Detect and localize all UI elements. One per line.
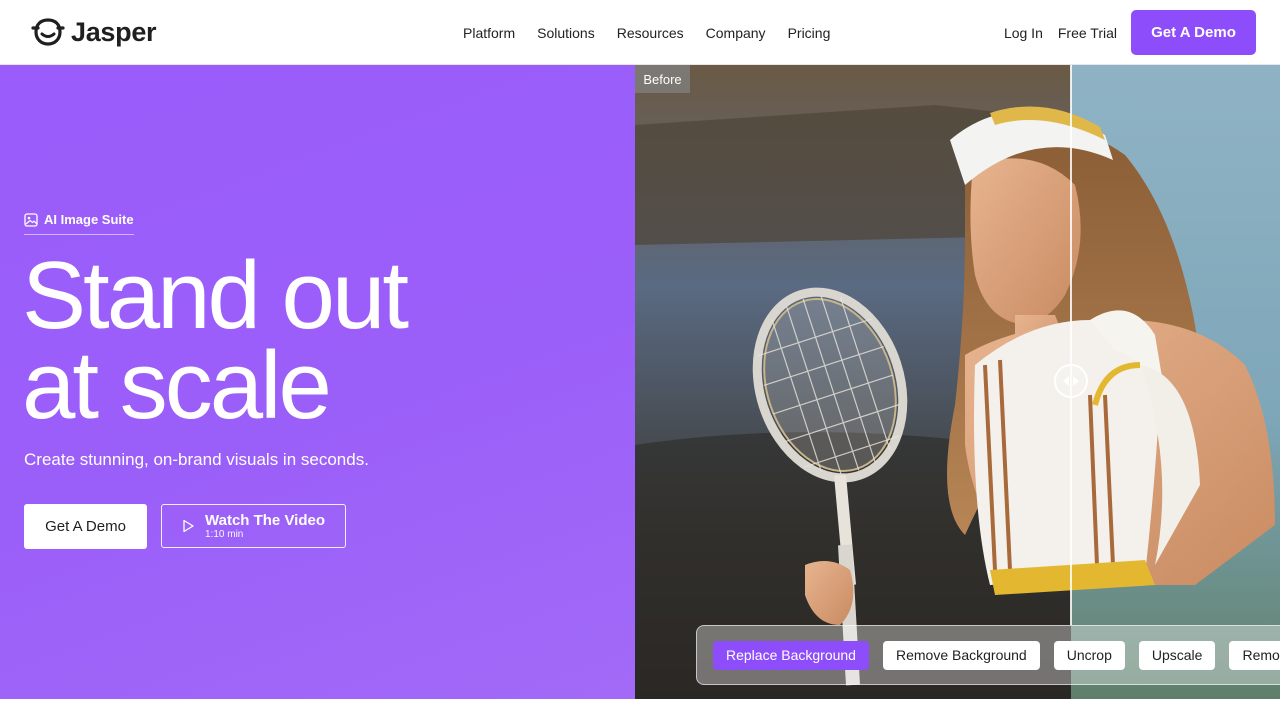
free-trial-link[interactable]: Free Trial — [1058, 25, 1117, 41]
jasper-logo[interactable]: Jasper — [31, 14, 157, 50]
get-demo-button-header[interactable]: Get A Demo — [1131, 10, 1256, 55]
remove-background-button[interactable]: Remove Background — [882, 640, 1040, 670]
main-nav: Platform Solutions Resources Company Pri… — [452, 0, 841, 65]
watch-video-button[interactable]: Watch The Video 1:10 min — [161, 504, 346, 548]
replace-background-button[interactable]: Replace Background — [713, 640, 869, 670]
hero-title: Stand out at scale — [22, 242, 582, 439]
nav-item-pricing[interactable]: Pricing — [777, 25, 842, 41]
arrow-left-icon — [1063, 376, 1069, 386]
image-icon — [24, 212, 38, 227]
before-label: Before — [635, 65, 690, 93]
nav-item-company[interactable]: Company — [695, 25, 777, 41]
remove-button[interactable]: Remove — [1229, 640, 1280, 670]
logo-text: Jasper — [71, 16, 157, 47]
comparer-divider[interactable] — [1070, 65, 1072, 625]
hero-title-line-1: Stand out — [22, 242, 409, 349]
arrow-right-icon — [1073, 376, 1079, 386]
eyebrow-badge: AI Image Suite — [24, 212, 134, 235]
nav-item-resources[interactable]: Resources — [606, 25, 695, 41]
hero-section: AI Image Suite Stand out at scale Create… — [0, 65, 635, 699]
play-icon — [183, 519, 194, 533]
eyebrow-label: AI Image Suite — [44, 212, 134, 227]
nav-item-solutions[interactable]: Solutions — [526, 25, 606, 41]
video-duration: 1:10 min — [205, 528, 244, 540]
hero-title-line-2: at scale — [22, 332, 332, 439]
login-link[interactable]: Log In — [1004, 25, 1043, 41]
watch-video-label: Watch The Video — [205, 511, 326, 529]
nav-item-platform[interactable]: Platform — [452, 25, 526, 41]
upscale-button[interactable]: Upscale — [1138, 640, 1216, 670]
comparer-handle[interactable] — [1054, 364, 1088, 398]
get-demo-button[interactable]: Get A Demo — [24, 504, 147, 549]
uncrop-button[interactable]: Uncrop — [1053, 640, 1125, 670]
site-header: Jasper Platform Solutions Resources Comp… — [0, 0, 1280, 65]
jasper-logo-icon — [31, 18, 65, 46]
header-actions: Log In Free Trial Get A Demo — [1004, 0, 1256, 65]
hero-subtitle: Create stunning, on-brand visuals in sec… — [24, 450, 369, 469]
tennis-player-photo — [635, 65, 1280, 699]
image-tools-toolbar: Replace Background Remove Background Unc… — [696, 625, 1280, 685]
image-comparer[interactable]: Before Replace Background Remove Backgro… — [635, 65, 1280, 699]
watch-video-text: Watch The Video 1:10 min — [205, 513, 325, 540]
